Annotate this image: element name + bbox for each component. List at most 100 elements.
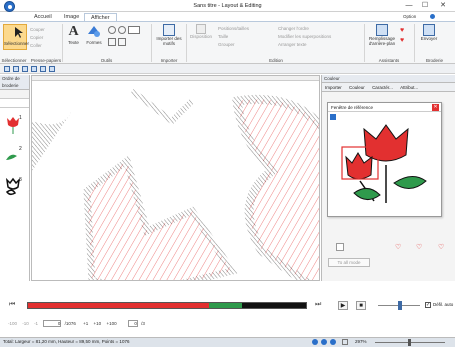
help-icon[interactable] [430, 14, 435, 19]
cut-button[interactable]: Couper [30, 27, 45, 32]
order-index-1: 1 [19, 115, 22, 121]
heart-icon[interactable]: ♡ [416, 243, 425, 252]
size-button[interactable]: Taille [218, 34, 228, 39]
dimensions-button[interactable]: Positions/tailles [218, 26, 249, 31]
right-panel-title: Couleur [322, 75, 455, 83]
close-icon[interactable]: ✕ [432, 104, 439, 111]
send-button[interactable]: Envoyer [418, 24, 440, 50]
text-label: Texte [68, 40, 79, 45]
hearts-icon[interactable]: ♥ ♥ [399, 24, 409, 46]
group-button[interactable]: Grouper [218, 42, 235, 47]
separator [186, 24, 187, 62]
view-mode-icon[interactable] [321, 339, 327, 345]
maximize-button[interactable]: ☐ [418, 1, 432, 11]
order-toolbar-2 [0, 99, 29, 108]
grid-icon[interactable] [342, 339, 348, 345]
fwd-1-button[interactable]: +1 [83, 321, 88, 326]
skip-end-icon[interactable]: ⏭ [315, 301, 321, 309]
save-icon[interactable] [22, 66, 28, 72]
stitch-preview [32, 88, 319, 280]
flip-icon[interactable] [118, 38, 126, 46]
tab-color[interactable]: Couleur [349, 85, 365, 90]
heart-icon[interactable]: ♡ [438, 243, 447, 252]
send-icon [423, 24, 435, 36]
stitch-total: /1076 [64, 321, 76, 326]
copy-button[interactable]: Copier [30, 35, 43, 40]
redo-icon[interactable] [49, 66, 55, 72]
group-label-import: Importer [160, 58, 178, 63]
select-button[interactable]: Sélectionner [3, 24, 30, 50]
group-label-edit: Edition [269, 58, 283, 63]
group-label-tools: Outils [100, 58, 113, 63]
shapes-icon [88, 26, 100, 37]
color-total: /3 [141, 321, 145, 326]
auto-scroll-checkbox[interactable]: ✓ [425, 302, 431, 308]
reference-preview [341, 124, 427, 203]
speed-slider-thumb[interactable] [398, 301, 402, 310]
zoom-in-icon[interactable] [108, 26, 116, 34]
svg-text:♥: ♥ [400, 27, 404, 34]
fwd-10-button[interactable]: +10 [94, 321, 102, 326]
minimize-button[interactable]: — [402, 1, 416, 11]
play-button[interactable]: ▶ [338, 301, 348, 310]
view-mode-icon[interactable] [312, 339, 318, 345]
import-icon [163, 24, 175, 36]
separator [151, 24, 152, 62]
tab-attributes[interactable]: Attribut... [400, 85, 418, 90]
rotate-icon[interactable] [108, 38, 116, 46]
select-label: Sélectionner [4, 41, 30, 46]
order-item-2[interactable]: 2 [3, 146, 27, 168]
stitch-number-input[interactable]: 0 [43, 320, 62, 327]
fwd-100-button[interactable]: +100 [106, 321, 116, 326]
order-item-1[interactable]: 1 [3, 115, 27, 137]
stitch-order-button[interactable]: Changer l'ordre [278, 26, 309, 31]
group-label-assistants: Assistants [378, 58, 400, 63]
back-10-button[interactable]: -10 [22, 321, 29, 326]
skip-start-icon[interactable]: ⏮ [9, 301, 15, 309]
order-toolbar [0, 90, 29, 99]
open-icon[interactable] [13, 66, 19, 72]
stitch-progress[interactable] [27, 302, 307, 309]
tab-characters[interactable]: Caractér... [372, 85, 393, 90]
separator [364, 24, 365, 62]
zoom-slider-thumb[interactable] [408, 339, 411, 346]
edit-overlap-button[interactable]: Modifier les superpositions [278, 34, 331, 39]
order-index-3: 3 [19, 177, 22, 183]
progress-red-segment [28, 303, 209, 308]
background-fill-button[interactable]: Remplissage d'arrière-plan [367, 24, 397, 50]
zoom-out-icon[interactable] [118, 26, 126, 34]
heart-icon[interactable]: ♡ [395, 243, 404, 252]
stop-button[interactable]: ■ [356, 301, 366, 310]
right-panel-tabs: Importer Couleur Caractér... Attribut... [322, 83, 455, 92]
print-icon[interactable] [31, 66, 37, 72]
order-index-2: 2 [19, 146, 22, 152]
text-button[interactable]: A Texte [66, 24, 81, 50]
undo-icon[interactable] [40, 66, 46, 72]
reference-thumb-icon[interactable] [330, 114, 336, 120]
stitch-simulator-bar [0, 296, 455, 322]
import-patterns-button[interactable]: Importer des motifs [155, 24, 183, 50]
import-label: Importer des motifs [156, 36, 182, 46]
close-button[interactable]: ✕ [436, 1, 450, 11]
paste-button[interactable]: Coller [30, 43, 42, 48]
group-label-clipboard: Presse-papiers [30, 58, 62, 63]
new-icon[interactable] [4, 66, 10, 72]
order-item-3[interactable]: 3 [3, 177, 27, 201]
swatch-button[interactable] [336, 243, 344, 251]
zoom-level-dropdown[interactable] [128, 26, 140, 34]
tab-import[interactable]: Importer [325, 85, 342, 90]
reference-window[interactable]: Fenêtre de référence ✕ [327, 102, 442, 217]
design-canvas[interactable] [31, 75, 320, 281]
back-100-button[interactable]: -100 [8, 321, 17, 326]
group-label-embroidery: Broderie [425, 58, 443, 63]
arrange-text-button[interactable]: Arranger texte [278, 42, 307, 47]
back-1-button[interactable]: -1 [34, 321, 38, 326]
shapes-button[interactable]: Formes [85, 24, 103, 50]
option-menu[interactable]: Option [403, 14, 416, 19]
to-all-mode-button[interactable]: To all mode [328, 258, 370, 267]
separator [62, 24, 63, 62]
order-panel-title: Ordre de broderie [0, 75, 29, 90]
color-number-input[interactable]: 0 [127, 320, 138, 327]
view-mode-icon[interactable] [330, 339, 336, 345]
arrange-button[interactable]: Disposition [190, 24, 212, 50]
